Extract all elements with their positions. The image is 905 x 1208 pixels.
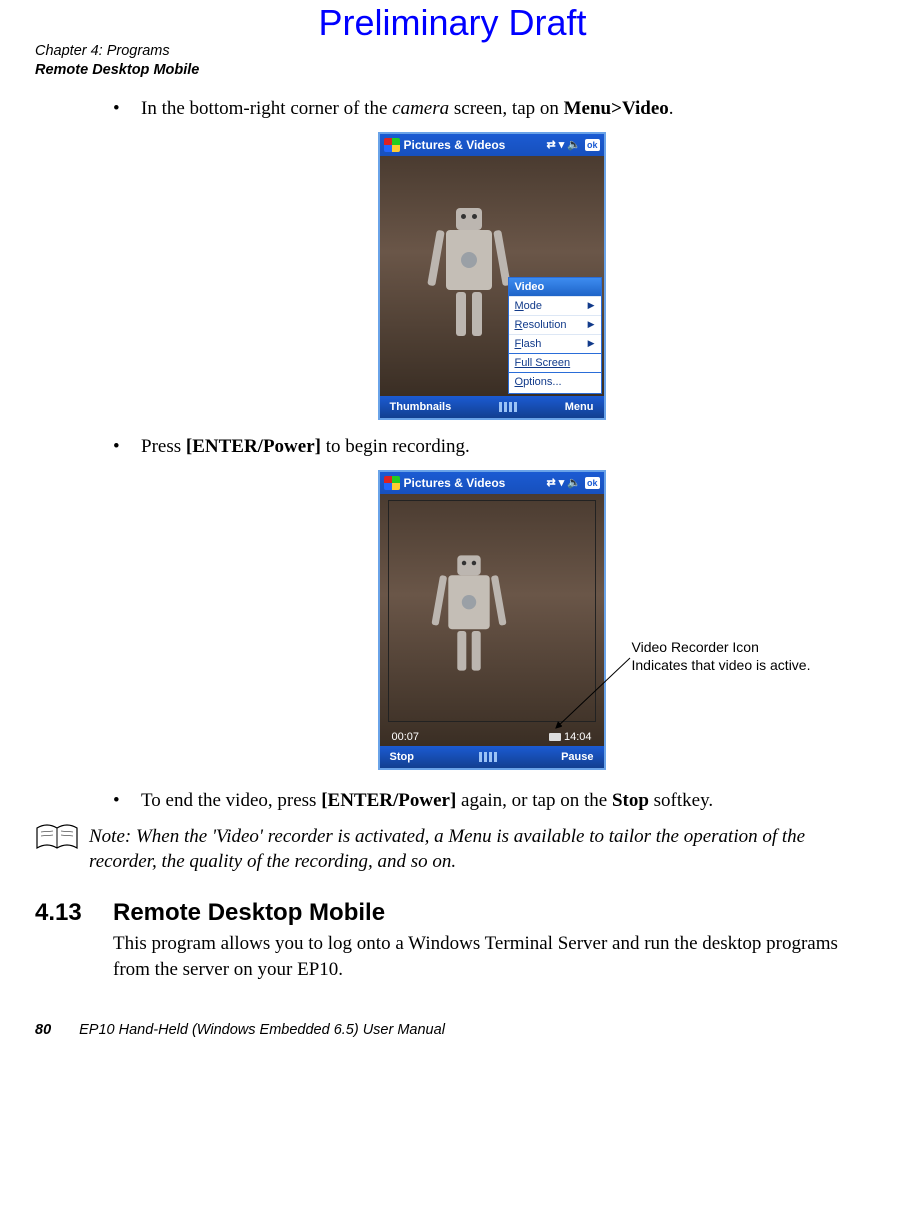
phone-title: Pictures & Videos [404,138,543,152]
note-text: Note: When the 'Video' recorder is activ… [89,824,870,875]
camera-context-menu: Video MModeode▶ RResolutionesolution▶ FF… [508,277,602,394]
section-body: This program allows you to log onto a Wi… [113,931,870,982]
note-book-icon [35,824,79,852]
bullet-text: To end the video, press [ENTER/Power] ag… [141,790,713,812]
bullet-text: Press [ENTER/Power] to begin recording. [141,436,470,458]
menu-item-flash[interactable]: FFlashlash▶ [509,334,601,353]
menu-item-video[interactable]: Video [509,278,601,296]
menu-item-fullscreen[interactable]: Full Screen [509,353,601,372]
robot-subject-icon [446,208,492,336]
camera-preview: Video MModeode▶ RResolutionesolution▶ FF… [380,156,604,396]
watermark-preliminary-draft: Preliminary Draft [35,0,870,44]
page-footer: 80 EP10 Hand-Held (Windows Embedded 6.5)… [35,1022,870,1038]
status-icons: ⇄▾🔈 [547,476,581,489]
softkey-pause[interactable]: Pause [561,751,593,763]
callout-video-recorder-icon: Video Recorder Icon Indicates that video… [632,638,812,674]
manual-title: EP10 Hand-Held (Windows Embedded 6.5) Us… [79,1022,445,1038]
softkey-menu[interactable]: Menu [565,401,594,413]
phone-titlebar: Pictures & Videos ⇄▾🔈 ok [380,472,604,494]
bullet-marker: • [113,436,141,458]
bullet-item: • In the bottom-right corner of the came… [113,98,870,120]
ok-button[interactable]: ok [585,139,600,151]
phone-titlebar: Pictures & Videos ⇄▾🔈 ok [380,134,604,156]
bullet-marker: • [113,790,141,812]
section-title: Remote Desktop Mobile [113,899,385,927]
bullet-text: In the bottom-right corner of the camera… [141,98,674,120]
running-head-section: Remote Desktop Mobile [35,61,870,80]
keyboard-icon[interactable] [479,752,497,762]
keyboard-icon[interactable] [499,402,517,412]
menu-item-mode[interactable]: MModeode▶ [509,296,601,315]
softkey-thumbnails[interactable]: Thumbnails [390,401,452,413]
phone-title: Pictures & Videos [404,476,543,490]
windows-flag-icon [384,138,400,152]
windows-flag-icon [384,476,400,490]
menu-item-resolution[interactable]: RResolutionesolution▶ [509,315,601,334]
status-icons: ⇄▾🔈 [547,138,581,151]
bullet-marker: • [113,98,141,120]
elapsed-time: 00:07 [392,731,420,743]
figure-recording: Pictures & Videos ⇄▾🔈 ok 00:07 14:04 [113,470,870,770]
section-number: 4.13 [35,899,89,927]
robot-subject-icon [448,556,489,671]
ok-button[interactable]: ok [585,477,600,489]
softkey-stop[interactable]: Stop [390,751,414,763]
bullet-item: • To end the video, press [ENTER/Power] … [113,790,870,812]
page-number: 80 [35,1022,51,1038]
running-head-chapter: Chapter 4: Programs [35,42,870,61]
running-head: Chapter 4: Programs Remote Desktop Mobil… [35,42,870,80]
figure-menu-video: Pictures & Videos ⇄▾🔈 ok Video MModeode▶… [113,132,870,420]
menu-item-options[interactable]: OOptions...ptions... [509,372,601,391]
bullet-item: • Press [ENTER/Power] to begin recording… [113,436,870,458]
section-heading: 4.13 Remote Desktop Mobile [35,899,870,927]
